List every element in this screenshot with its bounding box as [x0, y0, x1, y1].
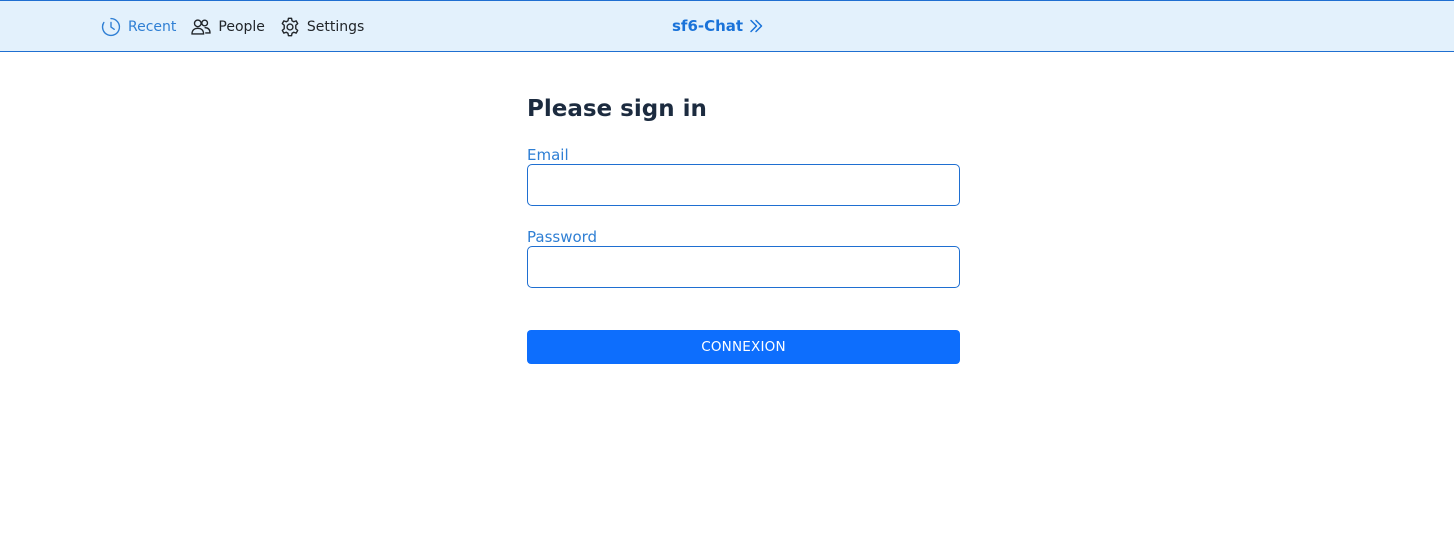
password-field[interactable]: [527, 246, 960, 288]
email-label: Email: [527, 146, 569, 164]
nav-item-label: Recent: [128, 19, 177, 35]
brand-link[interactable]: sf6-Chat: [672, 17, 764, 35]
people-icon: [190, 16, 212, 38]
nav-item-label: Settings: [306, 19, 365, 35]
password-label: Password: [527, 228, 598, 246]
top-navbar: Recent People Settings sf6-Chat: [0, 0, 1454, 52]
page-title: Please sign in: [527, 96, 707, 122]
email-field[interactable]: [527, 164, 960, 206]
nav-item-recent[interactable]: Recent: [100, 16, 176, 38]
login-form: Please sign in Email Password CONNEXION: [527, 94, 960, 364]
nav-item-label: People: [218, 19, 265, 35]
nav-item-settings[interactable]: Settings: [279, 16, 364, 38]
double-chevron-right-icon: [748, 18, 764, 34]
gear-icon: [279, 16, 301, 38]
login-button[interactable]: CONNEXION: [527, 330, 960, 364]
nav-item-people[interactable]: People: [190, 16, 265, 38]
main-nav: Recent People Settings: [100, 15, 378, 39]
clock-icon: [100, 16, 122, 38]
brand-label: sf6-Chat: [672, 17, 744, 35]
